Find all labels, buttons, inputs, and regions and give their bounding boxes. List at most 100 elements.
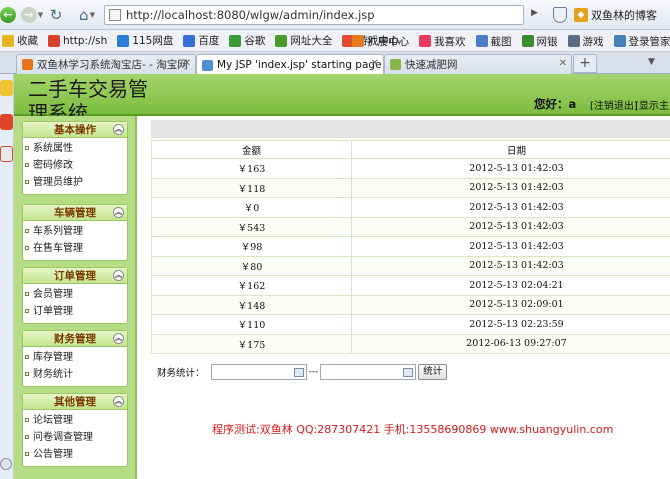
show-home-link[interactable]: [显示主页] bbox=[635, 97, 670, 112]
bookmark-left-1[interactable]: http://sh bbox=[48, 34, 107, 47]
tab-list-icon[interactable]: ▼ bbox=[648, 57, 655, 67]
url-text[interactable]: http://localhost:8080/wlgw/admin/index.j… bbox=[126, 8, 375, 22]
new-tab-button[interactable]: + bbox=[573, 54, 597, 73]
profile-link[interactable]: ◆ 双鱼林的博客 bbox=[574, 7, 657, 23]
column-header-date: 日期 bbox=[351, 140, 670, 159]
date-cell: 2012-5-13 01:42:03 bbox=[351, 158, 670, 179]
bookmark-right-1[interactable]: 我喜欢 bbox=[419, 34, 466, 49]
sidebar-item[interactable]: 论坛管理 bbox=[23, 412, 127, 429]
sidebar-section-header[interactable]: 基本操作 ︽ bbox=[23, 122, 127, 138]
sidebar-item[interactable]: 车系列管理 bbox=[23, 223, 127, 240]
amount-cell: ￥175 bbox=[151, 333, 352, 354]
sidebar-section-header[interactable]: 财务管理 ︽ bbox=[23, 331, 127, 347]
sidebar-item[interactable]: 在售车管理 bbox=[23, 240, 127, 257]
amount-cell: ￥80 bbox=[151, 255, 352, 276]
bookmark-label: 我喜欢 bbox=[434, 35, 466, 48]
tab-label: 双鱼林学习系统淘宝店- - 淘宝网 bbox=[37, 59, 188, 71]
amount-cell: ￥0 bbox=[151, 197, 352, 218]
start-date-input[interactable] bbox=[210, 364, 307, 380]
sidebar-section-header[interactable]: 其他管理 ︽ bbox=[23, 394, 127, 410]
bookmark-left-5[interactable]: 网址大全 bbox=[275, 33, 332, 48]
chevron-down-icon: ▼ bbox=[37, 11, 44, 19]
date-cell: 2012-5-13 01:42:03 bbox=[351, 255, 670, 276]
sidebar-item[interactable]: 管理员维护 bbox=[23, 174, 127, 191]
stat-button[interactable]: 统计 bbox=[418, 364, 448, 380]
close-icon[interactable]: ✕ bbox=[559, 58, 567, 69]
end-date-input[interactable] bbox=[320, 364, 417, 380]
back-button[interactable]: ← bbox=[0, 5, 16, 25]
bookmark-right-0[interactable]: 扩展中心 bbox=[352, 34, 409, 49]
bookmark-right-2[interactable]: 截图 bbox=[475, 34, 512, 49]
date-separator: --- bbox=[308, 367, 319, 377]
site-header: 二手车交易管 理系统 您好：a [注销退出] [显示主页] bbox=[14, 74, 670, 116]
bookmark-label: 登录管家(6) bbox=[628, 35, 670, 48]
url-host: http://localhost bbox=[126, 8, 213, 22]
collapse-icon[interactable]: ︽ bbox=[113, 207, 124, 218]
calendar-icon[interactable] bbox=[293, 368, 304, 377]
puzzle-icon bbox=[352, 35, 364, 47]
bullet-icon bbox=[25, 372, 29, 376]
weibo-icon[interactable] bbox=[0, 114, 13, 130]
tab-diet[interactable]: 快速减肥网 ✕ bbox=[384, 54, 572, 74]
bookmark-right-5[interactable]: 登录管家(6) bbox=[613, 34, 670, 49]
favorites-star-icon[interactable] bbox=[0, 80, 13, 96]
tab-taobao[interactable]: 双鱼林学习系统淘宝店- - 淘宝网 ✕ bbox=[16, 54, 196, 74]
admin-sidebar: 基本操作 ︽ 系统属性 密码修改 管理员维护 车辆管理 ︽ 车系列管理 在售车管理 订单管理 ︽ 会员… bbox=[14, 116, 137, 479]
section-title: 财务管理 bbox=[54, 333, 96, 345]
sidebar-item[interactable]: 问卷调查管理 bbox=[23, 429, 127, 446]
sidebar-item[interactable]: 公告管理 bbox=[23, 446, 127, 463]
close-icon[interactable]: ✕ bbox=[371, 58, 379, 69]
mail-icon[interactable] bbox=[0, 146, 13, 162]
table-row: ￥543 2012-5-13 01:42:03 bbox=[151, 216, 670, 237]
refresh-button[interactable]: ↻ bbox=[47, 5, 65, 25]
url-path: :8080/wlgw/admin/index.jsp bbox=[212, 8, 375, 22]
go-arrow-icon[interactable]: ▶ bbox=[531, 8, 538, 18]
amount-cell: ￥543 bbox=[151, 216, 352, 237]
sidebar-item-label: 公告管理 bbox=[33, 449, 73, 460]
bullet-icon bbox=[25, 229, 29, 233]
bookmark-left-0[interactable]: 收藏 bbox=[2, 33, 38, 48]
stat-label: 财务统计： bbox=[157, 368, 205, 379]
date-cell: 2012-5-13 01:42:03 bbox=[351, 216, 670, 237]
greeting-prefix: 您好： bbox=[534, 97, 569, 111]
section-title: 其他管理 bbox=[54, 396, 96, 408]
bullet-icon bbox=[25, 309, 29, 313]
bookmark-left-3[interactable]: 百度 bbox=[183, 33, 219, 48]
sidebar-section-header[interactable]: 订单管理 ︽ bbox=[23, 268, 127, 284]
sidebar-item[interactable]: 会员管理 bbox=[23, 286, 127, 303]
logout-link[interactable]: [注销退出] bbox=[590, 97, 638, 112]
close-icon[interactable]: ✕ bbox=[183, 58, 191, 69]
scissors-icon bbox=[475, 35, 488, 47]
sidebar-section-header[interactable]: 车辆管理 ︽ bbox=[23, 205, 127, 221]
sidebar-item[interactable]: 系统属性 bbox=[23, 140, 127, 157]
sidebar-item-label: 论坛管理 bbox=[33, 415, 73, 426]
collapse-icon[interactable]: ︽ bbox=[113, 270, 124, 281]
sidebar-item[interactable]: 库存管理 bbox=[23, 349, 127, 366]
collapse-icon[interactable]: ︽ bbox=[113, 396, 124, 407]
gear-icon[interactable] bbox=[0, 458, 12, 470]
bullet-icon bbox=[25, 452, 29, 456]
bookmark-left-4[interactable]: 谷歌 bbox=[229, 33, 265, 48]
sidebar-item[interactable]: 订单管理 bbox=[23, 303, 127, 320]
sidebar-item[interactable]: 密码修改 bbox=[23, 157, 127, 174]
bookmark-right-4[interactable]: 游戏 bbox=[567, 34, 604, 49]
bullet-icon bbox=[25, 292, 29, 296]
sidebar-item-label: 密码修改 bbox=[33, 160, 73, 171]
tab-index-jsp[interactable]: My JSP 'index.jsp' starting page ✕ bbox=[196, 54, 384, 75]
bookmark-left-2[interactable]: 115网盘 bbox=[117, 33, 173, 48]
home-button[interactable]: ⌂ ▼ bbox=[72, 5, 102, 25]
forward-button[interactable]: → ▼ bbox=[20, 5, 44, 25]
bookmark-right-3[interactable]: 网银 bbox=[521, 34, 558, 49]
back-arrow-icon: ← bbox=[0, 7, 16, 23]
shield-icon[interactable] bbox=[553, 7, 567, 23]
table-row: ￥98 2012-5-13 01:42:03 bbox=[151, 236, 670, 257]
bullet-icon bbox=[25, 180, 29, 184]
collapse-icon[interactable]: ︽ bbox=[113, 333, 124, 344]
address-bar[interactable]: http://localhost:8080/wlgw/admin/index.j… bbox=[104, 5, 524, 25]
bookmark-label: 扩展中心 bbox=[367, 35, 409, 48]
calendar-icon[interactable] bbox=[403, 368, 414, 377]
table-row: ￥80 2012-5-13 01:42:03 bbox=[151, 255, 670, 276]
table-row: ￥163 2012-5-13 01:42:03 bbox=[151, 158, 670, 179]
sidebar-item[interactable]: 财务统计 bbox=[23, 366, 127, 383]
collapse-icon[interactable]: ︽ bbox=[113, 124, 124, 135]
